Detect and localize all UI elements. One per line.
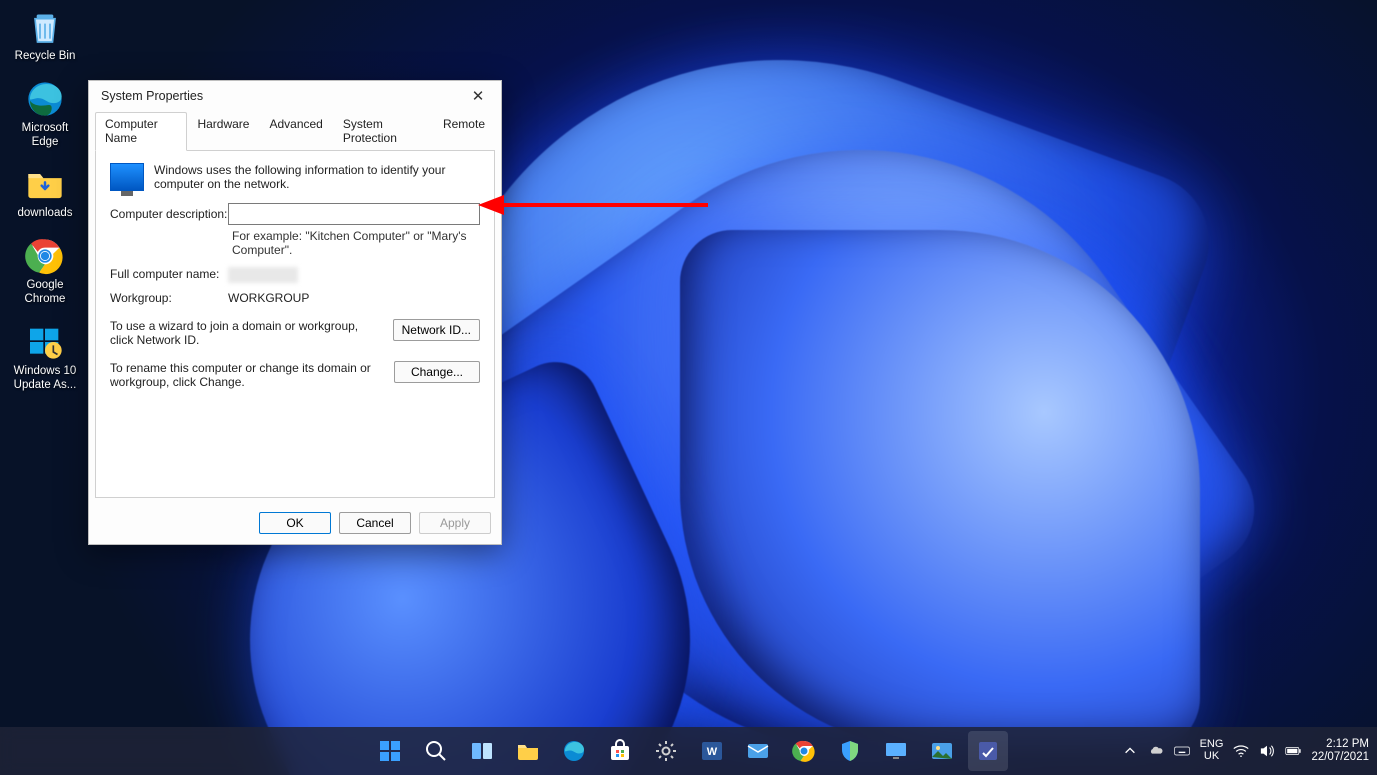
store-button[interactable]: [600, 731, 640, 771]
battery-icon[interactable]: [1285, 743, 1301, 759]
folder-icon: [516, 739, 540, 763]
computer-description-hint: For example: "Kitchen Computer" or "Mary…: [232, 229, 480, 257]
word-button[interactable]: W: [692, 731, 732, 771]
monitor-icon: [884, 739, 908, 763]
edge-icon: [24, 78, 66, 120]
desktop-icon-recycle-bin[interactable]: Recycle Bin: [8, 6, 82, 68]
workgroup-label: Workgroup:: [110, 291, 228, 305]
chrome-taskbar-button[interactable]: [784, 731, 824, 771]
chevron-up-icon[interactable]: [1122, 743, 1138, 759]
shield-icon: [838, 739, 862, 763]
titlebar[interactable]: System Properties ✕: [89, 81, 501, 111]
wifi-icon[interactable]: [1233, 743, 1249, 759]
intro-text: Windows uses the following information t…: [154, 163, 480, 191]
edge-taskbar-button[interactable]: [554, 731, 594, 771]
desktop-icon-downloads[interactable]: downloads: [8, 163, 82, 225]
desktop-icon-chrome[interactable]: Google Chrome: [8, 235, 82, 311]
full-computer-name-label: Full computer name:: [110, 267, 228, 283]
change-text: To rename this computer or change its do…: [110, 361, 384, 389]
language-bottom: UK: [1204, 751, 1219, 763]
windows-update-icon: [24, 321, 66, 363]
workgroup-value: WORKGROUP: [228, 291, 309, 305]
desktop-icon-edge[interactable]: Microsoft Edge: [8, 78, 82, 154]
desktop-icon-label: Windows 10 Update As...: [8, 365, 82, 393]
store-icon: [608, 739, 632, 763]
tab-remote[interactable]: Remote: [433, 112, 495, 151]
gear-icon: [654, 739, 678, 763]
desktop-icon-label: Google Chrome: [8, 279, 82, 307]
tab-hardware[interactable]: Hardware: [187, 112, 259, 151]
taskbar-tray: ENG UK 2:12 PM 22/07/2021: [1122, 738, 1369, 764]
search-button[interactable]: [416, 731, 456, 771]
language-indicator[interactable]: ENG UK: [1200, 739, 1224, 762]
monitor-app-button[interactable]: [876, 731, 916, 771]
cancel-button[interactable]: Cancel: [339, 512, 411, 534]
tab-computer-name[interactable]: Computer Name: [95, 112, 187, 151]
ok-button[interactable]: OK: [259, 512, 331, 534]
computer-description-label: Computer description:: [110, 207, 228, 221]
search-icon: [424, 739, 448, 763]
volume-icon[interactable]: [1259, 743, 1275, 759]
system-properties-window: System Properties ✕ Computer Name Hardwa…: [88, 80, 502, 545]
taskbar: W ENG UK: [0, 727, 1377, 775]
task-view-button[interactable]: [462, 731, 502, 771]
desktop-icon-win10-update[interactable]: Windows 10 Update As...: [8, 321, 82, 397]
tab-advanced[interactable]: Advanced: [259, 112, 332, 151]
onedrive-icon[interactable]: [1148, 743, 1164, 759]
task-view-icon: [470, 739, 494, 763]
folder-icon: [24, 163, 66, 205]
desktop-icons: Recycle Bin Microsoft Edge downloads Goo…: [8, 6, 82, 396]
svg-text:W: W: [706, 746, 717, 758]
desktop-icon-label: Microsoft Edge: [8, 122, 82, 150]
network-id-button[interactable]: Network ID...: [393, 319, 480, 341]
chrome-icon: [24, 235, 66, 277]
edge-icon: [562, 739, 586, 763]
app-icon: [976, 739, 1000, 763]
chrome-icon: [792, 739, 816, 763]
mail-icon: [746, 739, 770, 763]
settings-button[interactable]: [646, 731, 686, 771]
window-title: System Properties: [101, 89, 203, 103]
start-button[interactable]: [370, 731, 410, 771]
recycle-bin-icon: [24, 6, 66, 48]
desktop-icon-label: Recycle Bin: [15, 50, 76, 64]
tab-system-protection[interactable]: System Protection: [333, 112, 433, 151]
monitor-icon: [110, 163, 144, 191]
change-button[interactable]: Change...: [394, 361, 480, 383]
photos-button[interactable]: [922, 731, 962, 771]
photos-icon: [930, 739, 954, 763]
close-button[interactable]: ✕: [463, 87, 493, 105]
clock-date: 22/07/2021: [1311, 751, 1369, 764]
network-id-text: To use a wizard to join a domain or work…: [110, 319, 383, 347]
apply-button[interactable]: Apply: [419, 512, 491, 534]
computer-description-input[interactable]: [228, 203, 480, 225]
desktop-icon-label: downloads: [18, 207, 73, 221]
mail-button[interactable]: [738, 731, 778, 771]
taskbar-center: W: [370, 731, 1008, 771]
keyboard-icon[interactable]: [1174, 743, 1190, 759]
word-icon: W: [700, 739, 724, 763]
dialog-footer: OK Cancel Apply: [89, 504, 501, 544]
clock[interactable]: 2:12 PM 22/07/2021: [1311, 738, 1369, 764]
clock-time: 2:12 PM: [1326, 738, 1369, 751]
security-button[interactable]: [830, 731, 870, 771]
file-explorer-button[interactable]: [508, 731, 548, 771]
tabstrip: Computer Name Hardware Advanced System P…: [95, 111, 495, 151]
app-button[interactable]: [968, 731, 1008, 771]
windows-start-icon: [378, 739, 402, 763]
full-computer-name-value: [228, 267, 298, 283]
tab-body: Windows uses the following information t…: [95, 151, 495, 498]
